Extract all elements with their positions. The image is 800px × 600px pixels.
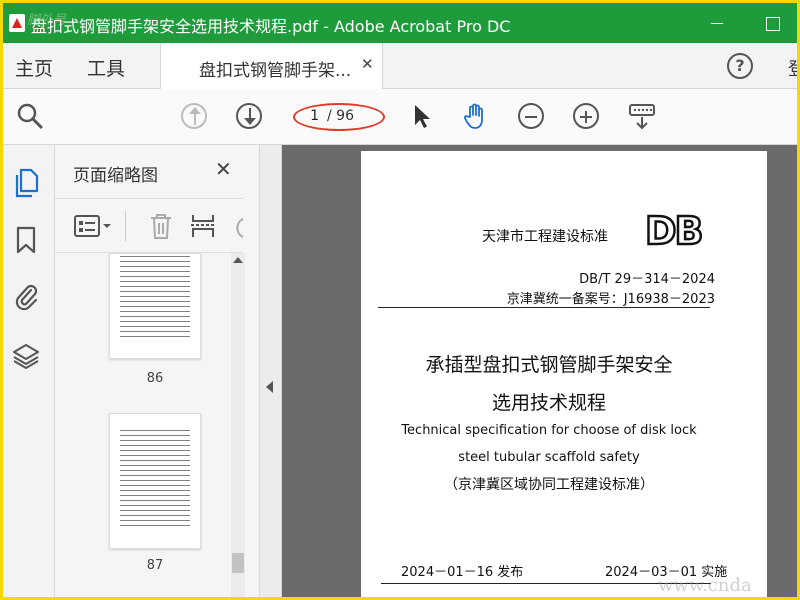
panel-title: 页面缩略图	[73, 166, 158, 186]
thumbnail-list: 86 87	[55, 253, 231, 597]
page-down-icon[interactable]	[236, 103, 262, 129]
document-scrollbar[interactable]	[767, 145, 797, 597]
delete-page-icon[interactable]	[147, 211, 175, 241]
thumbnail-label: 86	[146, 371, 164, 386]
tab-document[interactable]: 盘扣式钢管脚手架... ✕	[160, 43, 383, 89]
doc-regional-note: （京津冀区域协同工程建设标准）	[444, 477, 654, 493]
rotate-page-icon[interactable]	[227, 211, 245, 241]
tab-bar: 主页 工具 盘扣式钢管脚手架... ✕ ? 登	[3, 43, 797, 89]
toolbar	[3, 89, 797, 145]
doc-title-line2: 选用技术规程	[491, 392, 606, 414]
attachment-icon[interactable]	[13, 281, 39, 311]
page-up-icon[interactable]	[181, 103, 207, 129]
signin-link[interactable]: 登	[788, 55, 797, 81]
window-frame: 盘扣式钢管脚手架安全选用技术规程.pdf - Adobe Acrobat Pro…	[0, 0, 800, 600]
window-title: 盘扣式钢管脚手架安全选用技术规程.pdf - Adobe Acrobat Pro…	[31, 17, 511, 36]
watermark-top: 脚外号	[27, 13, 67, 28]
select-arrow-icon[interactable]	[407, 101, 437, 131]
layers-icon[interactable]	[12, 341, 40, 371]
highlight-ellipse	[293, 103, 385, 131]
doc-english-title-line1: Technical specification for choose of di…	[401, 423, 697, 438]
doc-issue-date: 2024－01－16 发布	[401, 565, 524, 580]
close-panel-icon[interactable]: ✕	[215, 157, 232, 181]
page-thumbnails-icon[interactable]	[13, 167, 41, 199]
thumbnails-panel: 页面缩略图 ✕ 86 87	[55, 145, 260, 597]
watermark-bottom: www.cnda	[658, 575, 752, 596]
collapse-arrow-icon	[266, 381, 273, 393]
tab-tools[interactable]: 工具	[87, 54, 125, 81]
panel-toolbar	[55, 198, 245, 253]
scroll-thumb[interactable]	[232, 553, 244, 573]
doc-issuer: 天津市工程建设标准	[482, 229, 608, 245]
collapse-panel-handle[interactable]	[260, 145, 282, 597]
scroll-up-icon[interactable]	[233, 257, 243, 263]
doc-record-number: 京津冀统一备案号：J16938－2023	[506, 292, 715, 307]
hand-tool-icon[interactable]	[461, 101, 491, 131]
thumbnail-page-87[interactable]	[109, 413, 201, 549]
tab-home[interactable]: 主页	[15, 54, 53, 81]
search-zoom-icon[interactable]	[15, 101, 45, 131]
doc-standard-code: DB/T 29－314－2024	[579, 272, 715, 287]
doc-english-title-line2: steel tubular scaffold safety	[458, 450, 640, 465]
keyboard-icon[interactable]	[627, 101, 657, 131]
doc-divider-top	[378, 307, 710, 308]
title-bar: 盘扣式钢管脚手架安全选用技术规程.pdf - Adobe Acrobat Pro…	[3, 3, 797, 43]
acrobat-app-icon	[9, 14, 25, 32]
thumbnail-page-86[interactable]	[109, 253, 201, 359]
db-logo: DB	[644, 208, 705, 255]
extract-page-icon[interactable]	[189, 211, 217, 241]
thumbnail-label: 87	[146, 558, 164, 573]
pdf-page: 天津市工程建设标准 DB DB/T 29－314－2024 京津冀统一备案号：J…	[361, 151, 767, 597]
thumbnail-scrollbar[interactable]	[231, 253, 245, 597]
close-tab-icon[interactable]: ✕	[361, 55, 374, 73]
bookmark-icon[interactable]	[15, 225, 37, 255]
zoom-in-icon[interactable]	[573, 103, 599, 129]
zoom-out-icon[interactable]	[518, 103, 544, 129]
help-icon[interactable]: ?	[727, 53, 753, 79]
maximize-button[interactable]	[760, 11, 784, 35]
doc-title-line1: 承插型盘扣式钢管脚手架安全	[425, 354, 673, 376]
left-nav-rail	[3, 145, 55, 597]
thumbnail-options-icon[interactable]	[73, 213, 113, 239]
tab-document-label: 盘扣式钢管脚手架...	[199, 61, 352, 81]
minimize-button[interactable]	[705, 11, 729, 35]
